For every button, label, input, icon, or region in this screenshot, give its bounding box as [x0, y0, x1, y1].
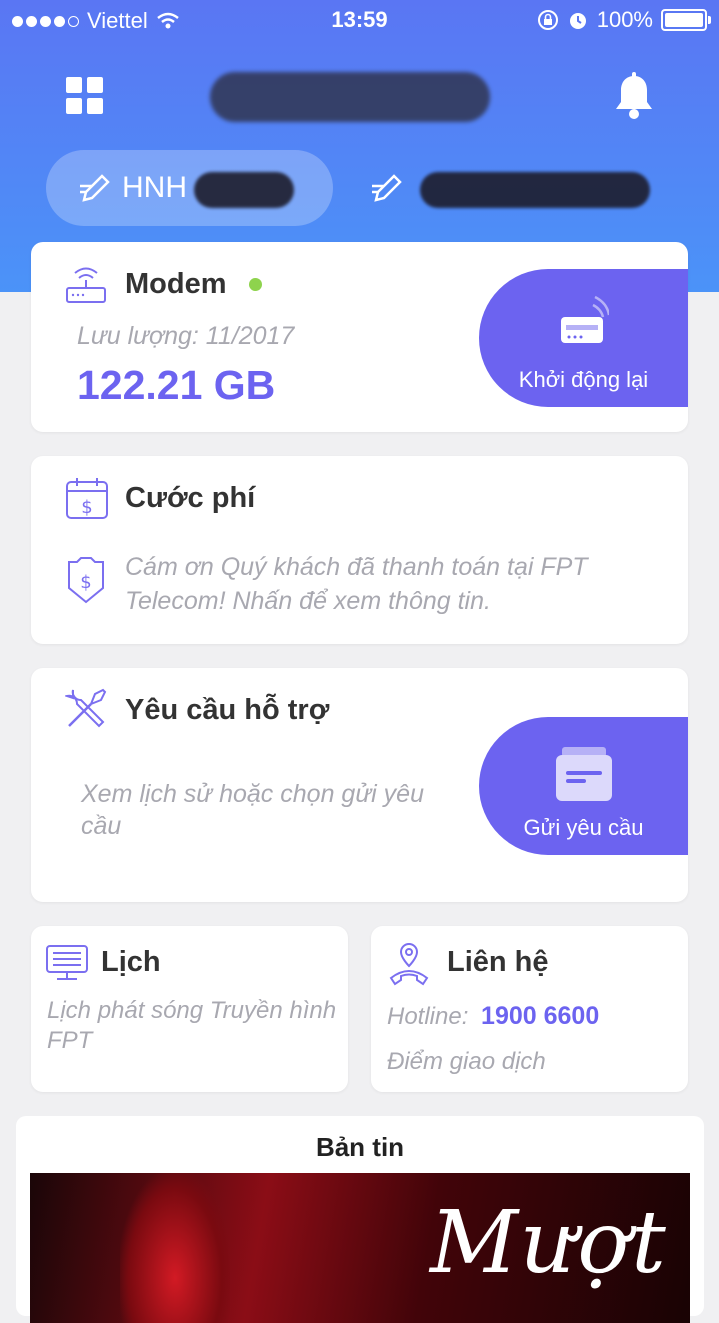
schedule-title: Lịch [101, 946, 161, 978]
send-request-button[interactable]: Gửi yêu cầu [479, 717, 688, 855]
redacted-account [420, 172, 650, 208]
alarm-icon [569, 13, 586, 29]
redacted-title [210, 72, 490, 122]
contact-title: Liên hệ [447, 946, 549, 978]
banner-script-text: Mượt [430, 1193, 668, 1293]
news-title: Bản tin [315, 1132, 405, 1162]
status-bar: Viettel 13:59 100% [0, 0, 719, 40]
restart-label: Khởi động lại [518, 367, 649, 392]
modem-title: Modem [125, 268, 227, 300]
dancer-figure [120, 1173, 230, 1323]
battery-percent: 100% [596, 7, 653, 32]
online-status-dot [249, 278, 262, 291]
tv-guide-icon [46, 945, 88, 980]
usage-value: 122.21 GB [77, 362, 276, 408]
usage-label: Lưu lượng: 11/2017 [77, 322, 295, 350]
fee-title: Cước phí [125, 482, 256, 514]
svg-text:$: $ [80, 572, 91, 593]
store-locator-link[interactable]: Điểm giao dịch [387, 1048, 546, 1076]
modem-restart-icon [560, 295, 609, 343]
support-description: Xem lịch sử hoặc chọn gửi yêu cầu [81, 780, 424, 840]
top-nav [0, 60, 719, 132]
fee-card[interactable]: $ Cước phí $ Cám ơn Quý khách đã thanh t… [31, 456, 688, 644]
menu-grid-icon[interactable] [66, 77, 104, 115]
support-title: Yêu cầu hỗ trợ [125, 694, 330, 726]
fee-message: Cám ơn Quý khách đã thanh toán tại FPT T… [125, 553, 588, 615]
calendar-dollar-icon: $ [66, 478, 108, 519]
status-right: 100% [537, 7, 711, 33]
schedule-description: Lịch phát sóng Truyền hình FPT [47, 997, 337, 1054]
svg-text:$: $ [81, 497, 92, 518]
edit-icon [80, 174, 110, 202]
account-tab-1[interactable]: HNH [46, 150, 333, 226]
contact-card[interactable]: Liên hệ Hotline: 1900 6600 Điểm giao dịc… [371, 926, 688, 1092]
support-card[interactable]: Yêu cầu hỗ trợ Xem lịch sử hoặc chọn gửi… [31, 668, 688, 902]
schedule-card[interactable]: Lịch Lịch phát sóng Truyền hình FPT [31, 926, 348, 1092]
hotline-label: Hotline: [387, 1003, 469, 1030]
redacted-account [194, 172, 294, 208]
account-name: HNH [122, 171, 187, 204]
modem-card[interactable]: Modem Lưu lượng: 11/2017 122.21 GB Khởi … [31, 242, 688, 432]
hotline-number[interactable]: 1900 6600 [481, 1002, 599, 1030]
inbox-icon [555, 747, 612, 801]
location-phone-icon [389, 942, 429, 986]
rotation-lock-icon [537, 10, 558, 30]
bell-icon[interactable] [612, 72, 656, 120]
battery-fill [665, 13, 703, 27]
shield-dollar-icon: $ [68, 557, 104, 604]
edit-icon [372, 174, 402, 202]
hotline-row: Hotline: 1900 6600 [387, 1002, 599, 1031]
tools-icon [65, 688, 107, 728]
news-banner-image[interactable]: Mượt [30, 1173, 690, 1323]
account-tab-2[interactable] [360, 150, 660, 226]
router-icon [66, 267, 106, 303]
restart-button[interactable]: Khởi động lại [479, 269, 688, 407]
news-section: Bản tin Mượt [16, 1116, 704, 1323]
battery-icon [661, 9, 711, 31]
send-request-label: Gửi yêu cầu [523, 815, 644, 840]
